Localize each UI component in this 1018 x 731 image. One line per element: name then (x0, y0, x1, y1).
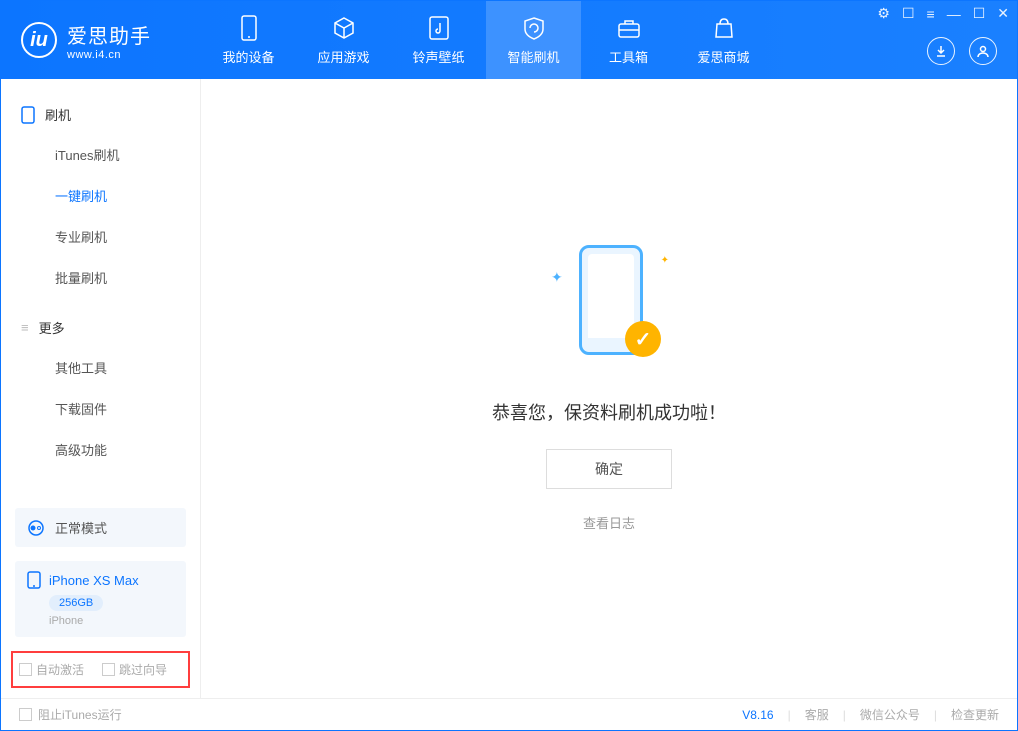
user-icon[interactable] (969, 37, 997, 65)
checkbox-label: 自动激活 (36, 661, 84, 678)
checkbox-label: 跳过向导 (119, 661, 167, 678)
device-capacity: 256GB (49, 595, 103, 611)
device-type: iPhone (49, 615, 174, 627)
tab-apps-games[interactable]: 应用游戏 (296, 1, 391, 79)
sidebar-section-more[interactable]: ≡ 更多 (1, 308, 200, 347)
device-box[interactable]: iPhone XS Max 256GB iPhone (15, 561, 186, 637)
checkbox-label: 阻止iTunes运行 (38, 706, 122, 723)
app-name-cn: 爱思助手 (67, 20, 151, 49)
refresh-shield-icon (521, 15, 547, 41)
main-tabs: 我的设备 应用游戏 铃声壁纸 智能刷机 工具箱 爱思商城 (201, 1, 771, 79)
tab-my-device[interactable]: 我的设备 (201, 1, 296, 79)
title-bar: iu 爱思助手 www.i4.cn 我的设备 应用游戏 铃声壁纸 智能刷机 (1, 1, 1017, 79)
check-update-link[interactable]: 检查更新 (951, 706, 999, 723)
logo-area: iu 爱思助手 www.i4.cn (1, 20, 201, 61)
maximize-button[interactable]: ☐ (973, 5, 986, 22)
sidebar-section-flash[interactable]: 刷机 (1, 95, 200, 134)
shopping-bag-icon (711, 15, 737, 41)
sidebar-tree: 刷机 iTunes刷机 一键刷机 专业刷机 批量刷机 ≡ 更多 其他工具 下载固… (1, 79, 200, 486)
tab-label: 铃声壁纸 (412, 47, 464, 66)
window-controls: ⚙ ☐ ≡ — ☐ ✕ (877, 5, 1009, 22)
sidebar-item-download-firmware[interactable]: 下载固件 (1, 388, 200, 429)
tab-label: 智能刷机 (507, 47, 559, 66)
music-file-icon (426, 15, 452, 41)
ok-button[interactable]: 确定 (546, 449, 672, 489)
sparkle-icon: ✦ (661, 255, 669, 266)
checkbox-auto-activate[interactable]: 自动激活 (19, 661, 84, 678)
tab-toolbox[interactable]: 工具箱 (581, 1, 676, 79)
sidebar: 刷机 iTunes刷机 一键刷机 专业刷机 批量刷机 ≡ 更多 其他工具 下载固… (1, 79, 201, 698)
mode-label: 正常模式 (55, 518, 107, 537)
tab-smart-flash[interactable]: 智能刷机 (486, 1, 581, 79)
checkbox-icon (19, 663, 32, 676)
body: 刷机 iTunes刷机 一键刷机 专业刷机 批量刷机 ≡ 更多 其他工具 下载固… (1, 79, 1017, 698)
mode-box[interactable]: 正常模式 (15, 508, 186, 547)
status-bar: 阻止iTunes运行 V8.16 | 客服 | 微信公众号 | 检查更新 (1, 698, 1017, 730)
tab-label: 应用游戏 (317, 47, 369, 66)
checkbox-icon (102, 663, 115, 676)
success-message: 恭喜您，保资料刷机成功啦！ (492, 399, 726, 425)
tab-label: 我的设备 (222, 47, 274, 66)
checkbox-icon (19, 708, 32, 721)
version-label: V8.16 (742, 708, 773, 722)
list-icon: ≡ (21, 320, 29, 335)
app-window: iu 爱思助手 www.i4.cn 我的设备 应用游戏 铃声壁纸 智能刷机 (0, 0, 1018, 731)
customer-service-link[interactable]: 客服 (805, 706, 829, 723)
toolbox-icon (616, 15, 642, 41)
checkbox-skip-wizard[interactable]: 跳过向导 (102, 661, 167, 678)
phone-outline-icon (21, 106, 35, 124)
sidebar-item-itunes-flash[interactable]: iTunes刷机 (1, 134, 200, 175)
sparkle-icon: ✦ (551, 269, 563, 286)
app-name-en: www.i4.cn (67, 49, 151, 61)
cube-icon (331, 15, 357, 41)
feedback-icon[interactable]: ☐ (902, 5, 915, 22)
download-icon[interactable] (927, 37, 955, 65)
logo-icon: iu (21, 22, 57, 58)
tab-ringtones[interactable]: 铃声壁纸 (391, 1, 486, 79)
check-badge-icon: ✓ (625, 321, 661, 357)
section-label: 更多 (39, 318, 65, 337)
tab-label: 工具箱 (609, 47, 648, 66)
tab-store[interactable]: 爱思商城 (676, 1, 771, 79)
sidebar-item-professional-flash[interactable]: 专业刷机 (1, 216, 200, 257)
header-right-icons (927, 37, 997, 65)
phone-icon (236, 15, 262, 41)
shirt-icon[interactable]: ⚙ (877, 5, 890, 22)
tab-label: 爱思商城 (697, 47, 749, 66)
minimize-button[interactable]: — (947, 6, 961, 22)
checkbox-block-itunes[interactable]: 阻止iTunes运行 (19, 706, 122, 723)
mode-icon (27, 519, 45, 537)
section-label: 刷机 (45, 105, 71, 124)
device-icon (27, 571, 41, 589)
menu-icon[interactable]: ≡ (927, 6, 935, 22)
footer-right: V8.16 | 客服 | 微信公众号 | 检查更新 (742, 706, 999, 723)
highlighted-checkbox-row: 自动激活 跳过向导 (11, 651, 190, 688)
main-content: ✦ ✦ ✓ 恭喜您，保资料刷机成功啦！ 确定 查看日志 (201, 79, 1017, 698)
sidebar-item-one-click-flash[interactable]: 一键刷机 (1, 175, 200, 216)
sidebar-item-batch-flash[interactable]: 批量刷机 (1, 257, 200, 298)
wechat-link[interactable]: 微信公众号 (860, 706, 920, 723)
sidebar-item-advanced[interactable]: 高级功能 (1, 429, 200, 470)
close-button[interactable]: ✕ (997, 5, 1009, 22)
sidebar-item-other-tools[interactable]: 其他工具 (1, 347, 200, 388)
success-illustration: ✦ ✦ ✓ (549, 245, 669, 375)
device-name: iPhone XS Max (49, 573, 139, 588)
view-log-link[interactable]: 查看日志 (583, 513, 635, 532)
